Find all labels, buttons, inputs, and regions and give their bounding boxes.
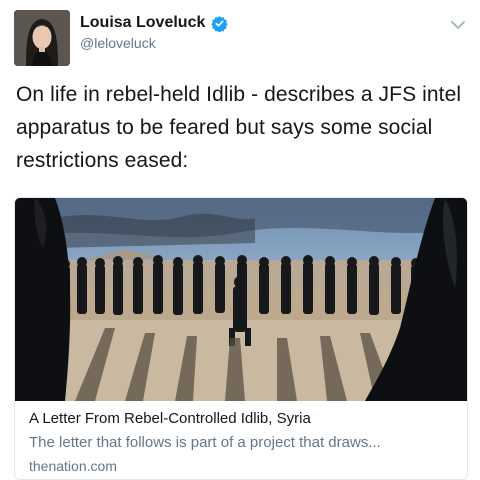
- avatar-photo: [14, 10, 70, 66]
- chevron-down-icon[interactable]: [450, 18, 466, 30]
- author-handle[interactable]: @leloveluck: [80, 35, 156, 51]
- tweet: Louisa Loveluck @leloveluck On life in r…: [0, 0, 480, 480]
- author-row: Louisa Loveluck: [80, 14, 229, 32]
- card-description: The letter that follows is part of a pro…: [29, 434, 381, 451]
- card-domain[interactable]: thenation.com: [29, 458, 117, 474]
- avatar[interactable]: [14, 10, 70, 66]
- link-card[interactable]: A Letter From Rebel-Controlled Idlib, Sy…: [14, 197, 468, 480]
- card-title[interactable]: A Letter From Rebel-Controlled Idlib, Sy…: [29, 410, 454, 427]
- tweet-text: On life in rebel-held Idlib - describes …: [16, 83, 462, 172]
- verified-badge-icon: [211, 15, 229, 32]
- card-image[interactable]: [15, 198, 467, 401]
- author-name[interactable]: Louisa Loveluck: [80, 14, 205, 32]
